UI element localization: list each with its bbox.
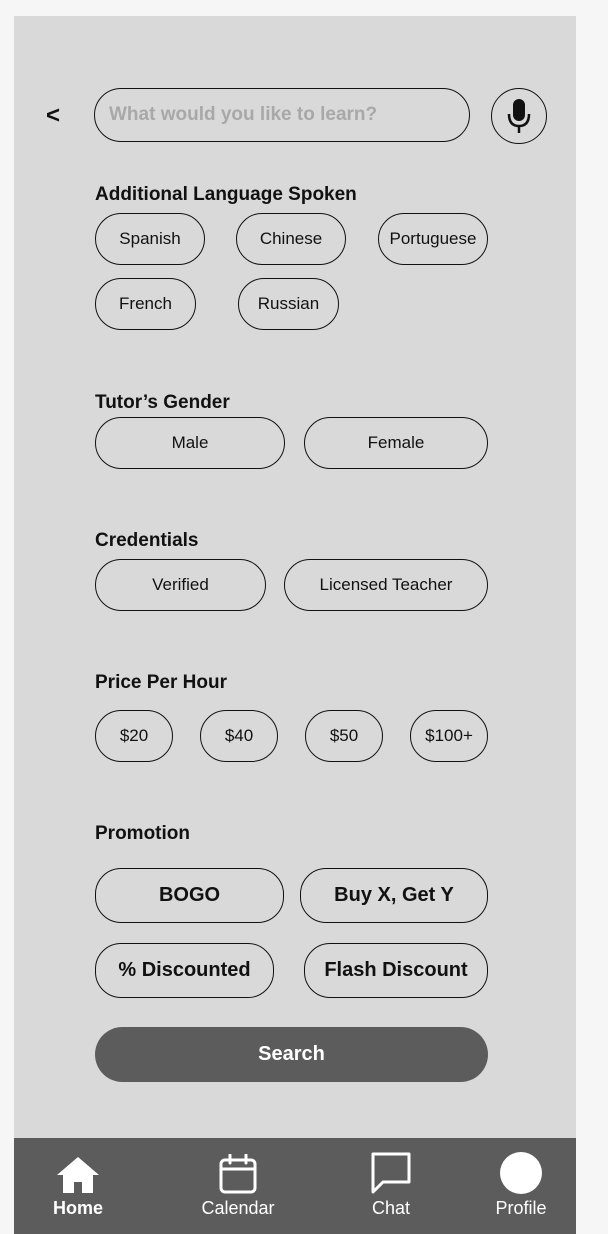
- nav-label-calendar: Calendar: [201, 1198, 275, 1218]
- language-chip-chinese[interactable]: Chinese: [236, 213, 346, 265]
- nav-label-home: Home: [52, 1198, 103, 1218]
- nav-label-chat: Chat: [371, 1198, 411, 1218]
- microphone-button[interactable]: [491, 88, 547, 144]
- profile-icon: [500, 1152, 542, 1194]
- promotion-chip-percent-discounted[interactable]: % Discounted: [95, 943, 274, 998]
- credential-chip-verified[interactable]: Verified: [95, 559, 266, 611]
- nav-item-profile[interactable]: Profile: [486, 1138, 556, 1234]
- chat-icon: [371, 1152, 411, 1194]
- price-chip-50[interactable]: $50: [305, 710, 383, 762]
- bottom-nav: Home Calendar Chat Profile: [14, 1138, 576, 1234]
- nav-item-home[interactable]: Home: [48, 1138, 108, 1234]
- language-chip-spanish[interactable]: Spanish: [95, 213, 205, 265]
- credentials-title: Credentials: [95, 530, 199, 551]
- calendar-icon: [219, 1154, 257, 1194]
- search-box: [94, 88, 470, 142]
- home-icon: [57, 1157, 99, 1193]
- search-button[interactable]: Search: [95, 1027, 488, 1082]
- back-button[interactable]: <: [46, 102, 60, 130]
- promotion-title: Promotion: [95, 823, 190, 844]
- price-chip-20[interactable]: $20: [95, 710, 173, 762]
- promotion-chip-flash-discount[interactable]: Flash Discount: [304, 943, 488, 998]
- nav-item-chat[interactable]: Chat: [360, 1138, 422, 1234]
- language-chip-russian[interactable]: Russian: [238, 278, 339, 330]
- price-title: Price Per Hour: [95, 672, 227, 693]
- gender-chip-male[interactable]: Male: [95, 417, 285, 469]
- promotion-chip-bogo[interactable]: BOGO: [95, 868, 284, 923]
- languages-title: Additional Language Spoken: [95, 184, 357, 205]
- price-chip-40[interactable]: $40: [200, 710, 278, 762]
- gender-chip-female[interactable]: Female: [304, 417, 488, 469]
- screen: < Additional Language Spoken Spanish Chi…: [14, 16, 576, 1234]
- nav-item-calendar[interactable]: Calendar: [192, 1138, 284, 1234]
- credential-chip-licensed-teacher[interactable]: Licensed Teacher: [284, 559, 488, 611]
- language-chip-portuguese[interactable]: Portuguese: [378, 213, 488, 265]
- search-input[interactable]: [107, 103, 457, 127]
- promotion-chip-buy-x-get-y[interactable]: Buy X, Get Y: [300, 868, 488, 923]
- microphone-icon: [507, 99, 531, 133]
- price-chip-100-plus[interactable]: $100+: [410, 710, 488, 762]
- nav-label-profile: Profile: [495, 1198, 547, 1218]
- language-chip-french[interactable]: French: [95, 278, 196, 330]
- gender-title: Tutor’s Gender: [95, 392, 230, 413]
